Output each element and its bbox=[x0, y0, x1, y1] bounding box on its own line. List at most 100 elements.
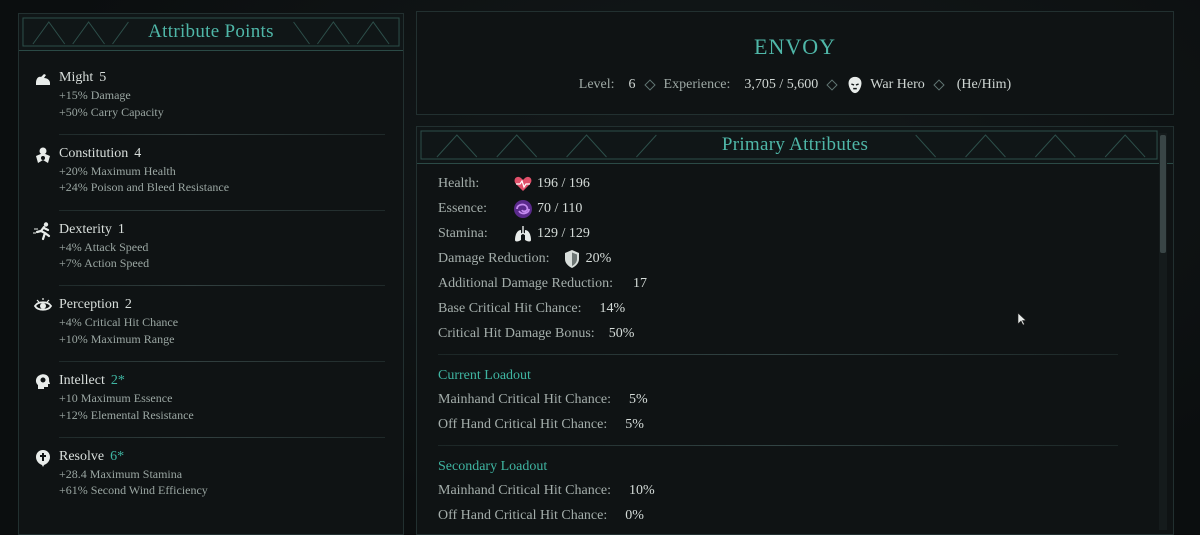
attribute-value: 2* bbox=[110, 373, 125, 389]
stat-secondary-mainhand-crit: Mainhand Critical Hit Chance: 10% bbox=[438, 478, 1138, 503]
attribute-value: 5 bbox=[99, 70, 107, 85]
attribute-effect: +61% Second Wind Efficiency bbox=[59, 483, 208, 498]
character-name: ENVOY bbox=[754, 34, 836, 59]
attribute-might[interactable]: Might 5 +15% Damage +50% Carry Capacity bbox=[19, 65, 403, 141]
stat-label: Stamina: bbox=[438, 226, 488, 241]
attribute-effect: +28.4 Maximum Stamina bbox=[59, 466, 183, 481]
attribute-name: Intellect bbox=[59, 373, 105, 389]
stat-label: Base Critical Hit Chance: bbox=[438, 301, 582, 316]
level-label: Level: bbox=[578, 77, 615, 92]
stat-value: 17 bbox=[632, 276, 647, 291]
dexterity-icon bbox=[33, 221, 51, 240]
stat-value: 5% bbox=[629, 392, 648, 407]
stats-list: Health: 196 / 196 Essence: 70 / 110 Stam… bbox=[438, 171, 1138, 528]
stat-value: 129 / 129 bbox=[537, 226, 590, 241]
constitution-icon bbox=[36, 147, 50, 163]
attribute-value: 6* bbox=[110, 448, 125, 464]
attribute-value: 4 bbox=[134, 145, 142, 161]
attribute-effect: +24% Poison and Bleed Resistance bbox=[59, 180, 230, 195]
stat-damage-reduction: Damage Reduction: 20% bbox=[438, 246, 1138, 271]
stat-value: 20% bbox=[585, 251, 612, 266]
stat-label: Health: bbox=[438, 176, 480, 191]
heart-icon bbox=[514, 176, 532, 191]
panel-title: Attribute Points bbox=[136, 21, 286, 43]
attribute-constitution[interactable]: Constitution 4 +20% Maximum Health +24% P… bbox=[19, 141, 403, 217]
stat-value: 50% bbox=[608, 326, 635, 341]
stat-secondary-offhand-crit: Off Hand Critical Hit Chance: 0% bbox=[438, 503, 1138, 528]
attribute-perception[interactable]: Perception 2 +4% Critical Hit Chance +10%… bbox=[19, 292, 403, 368]
stat-essence: Essence: 70 / 110 bbox=[438, 196, 1138, 221]
stat-label: Critical Hit Damage Bonus: bbox=[438, 326, 595, 341]
perception-icon bbox=[33, 298, 53, 312]
stat-label: Mainhand Critical Hit Chance: bbox=[438, 483, 612, 498]
character-sheet-screen: Attribute Points Might 5 +15% Damage +50%… bbox=[0, 0, 1200, 535]
divider bbox=[59, 209, 385, 211]
attribute-effect: +10% Maximum Range bbox=[59, 331, 175, 346]
divider bbox=[59, 436, 385, 438]
intellect-icon bbox=[35, 374, 50, 390]
divider bbox=[59, 285, 385, 287]
attribute-effect: +4% Critical Hit Chance bbox=[59, 315, 179, 330]
stat-value: 5% bbox=[625, 417, 644, 432]
attribute-effect: +15% Damage bbox=[59, 88, 131, 102]
panel-title: Primary Attributes bbox=[709, 134, 881, 156]
scrollbar-thumb[interactable] bbox=[1160, 135, 1166, 253]
pronouns-value: (He/Him) bbox=[956, 77, 1012, 92]
stat-stamina: Stamina: 129 / 129 bbox=[438, 221, 1138, 246]
diamond-separator-icon bbox=[933, 79, 945, 91]
resolve-icon bbox=[36, 449, 50, 467]
attribute-effect: +10 Maximum Essence bbox=[59, 391, 173, 406]
divider bbox=[438, 354, 1118, 355]
stat-label: Essence: bbox=[438, 201, 487, 216]
level-value: 6 bbox=[628, 77, 636, 92]
attribute-points-panel: Attribute Points Might 5 +15% Damage +50%… bbox=[18, 13, 404, 535]
diamond-separator-icon bbox=[826, 79, 838, 91]
attribute-effect: +4% Attack Speed bbox=[59, 239, 149, 254]
attribute-value: 2 bbox=[124, 297, 132, 313]
attribute-list: Might 5 +15% Damage +50% Carry Capacity C… bbox=[19, 65, 403, 520]
stat-health: Health: 196 / 196 bbox=[438, 171, 1138, 196]
character-meta: Level: 6 Experience: 3,705 / 5,600 War H… bbox=[417, 76, 1173, 94]
primary-attributes-panel: Primary Attributes Health: 196 / 196 Ess… bbox=[416, 126, 1174, 535]
stat-current-offhand-crit: Off Hand Critical Hit Chance: 5% bbox=[438, 412, 1138, 437]
mouse-cursor-icon bbox=[1017, 312, 1027, 326]
might-icon bbox=[36, 74, 50, 85]
lungs-icon bbox=[515, 225, 531, 241]
character-header-panel: ENVOY Level: 6 Experience: 3,705 / 5,600… bbox=[416, 11, 1174, 115]
stat-base-crit-chance: Base Critical Hit Chance: 14% bbox=[438, 296, 1138, 321]
essence-swirl-icon bbox=[514, 199, 532, 218]
attribute-resolve[interactable]: Resolve 6* +28.4 Maximum Stamina +61% Sec… bbox=[19, 444, 403, 520]
shield-icon bbox=[564, 249, 579, 268]
attribute-dexterity[interactable]: Dexterity 1 +4% Attack Speed +7% Action S… bbox=[19, 217, 403, 293]
attribute-name: Might bbox=[59, 70, 94, 85]
stat-label: Mainhand Critical Hit Chance: bbox=[438, 392, 612, 407]
stat-label: Off Hand Critical Hit Chance: bbox=[438, 417, 608, 432]
stat-value: 196 / 196 bbox=[537, 176, 590, 191]
primary-attributes-header: Primary Attributes bbox=[417, 127, 1173, 164]
experience-label: Experience: bbox=[663, 77, 731, 92]
diamond-separator-icon bbox=[643, 79, 656, 91]
divider bbox=[59, 133, 385, 135]
scrollbar[interactable] bbox=[1159, 133, 1167, 530]
attribute-name: Constitution bbox=[59, 145, 129, 161]
stat-value: 14% bbox=[599, 301, 626, 316]
background-value: War Hero bbox=[870, 77, 925, 92]
stat-value: 0% bbox=[625, 508, 644, 523]
background-portrait-icon[interactable] bbox=[846, 76, 864, 94]
attribute-effect: +12% Elemental Resistance bbox=[59, 407, 194, 422]
stat-additional-damage-reduction: Additional Damage Reduction: 17 bbox=[438, 271, 1138, 296]
current-loadout-title: Current Loadout bbox=[438, 368, 531, 383]
stat-label: Damage Reduction: bbox=[438, 251, 550, 266]
attribute-name: Resolve bbox=[59, 448, 105, 464]
secondary-loadout-title: Secondary Loadout bbox=[438, 459, 548, 474]
divider bbox=[438, 445, 1118, 446]
stat-label: Off Hand Critical Hit Chance: bbox=[438, 508, 608, 523]
attribute-effect: +50% Carry Capacity bbox=[59, 104, 164, 119]
stat-value: 10% bbox=[629, 483, 655, 498]
stat-current-mainhand-crit: Mainhand Critical Hit Chance: 5% bbox=[438, 387, 1138, 412]
stat-crit-damage-bonus: Critical Hit Damage Bonus: 50% bbox=[438, 321, 1138, 346]
attribute-effect: +7% Action Speed bbox=[59, 256, 150, 271]
stat-label: Additional Damage Reduction: bbox=[438, 276, 613, 291]
attribute-intellect[interactable]: Intellect 2* +10 Maximum Essence +12% Ele… bbox=[19, 368, 403, 444]
attribute-points-header: Attribute Points bbox=[19, 14, 403, 51]
